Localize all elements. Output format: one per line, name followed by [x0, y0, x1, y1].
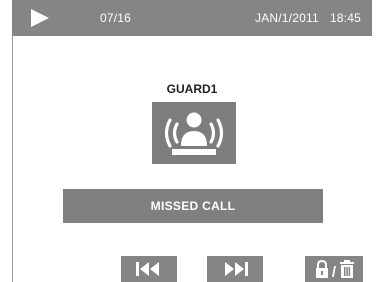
skip-previous-icon — [136, 262, 159, 276]
lock-delete-separator: / — [332, 264, 337, 281]
guard-alarm-icon — [152, 102, 236, 164]
record-counter: 07/16 — [100, 11, 132, 25]
caller-name: GUARD1 — [166, 82, 218, 96]
play-icon — [31, 9, 49, 27]
previous-button[interactable] — [121, 256, 177, 282]
call-status-banner: MISSED CALL — [63, 189, 323, 223]
top-status-bar: 07/16 JAN/1/2011 18:45 — [12, 0, 372, 36]
skip-next-icon — [225, 262, 248, 276]
next-button[interactable] — [207, 256, 263, 282]
record-date: JAN/1/2011 — [255, 11, 319, 25]
record-time: 18:45 — [330, 11, 362, 25]
play-button[interactable] — [29, 8, 51, 28]
lock-delete-icon: / — [316, 259, 354, 281]
lock-delete-button[interactable]: / — [305, 256, 363, 282]
